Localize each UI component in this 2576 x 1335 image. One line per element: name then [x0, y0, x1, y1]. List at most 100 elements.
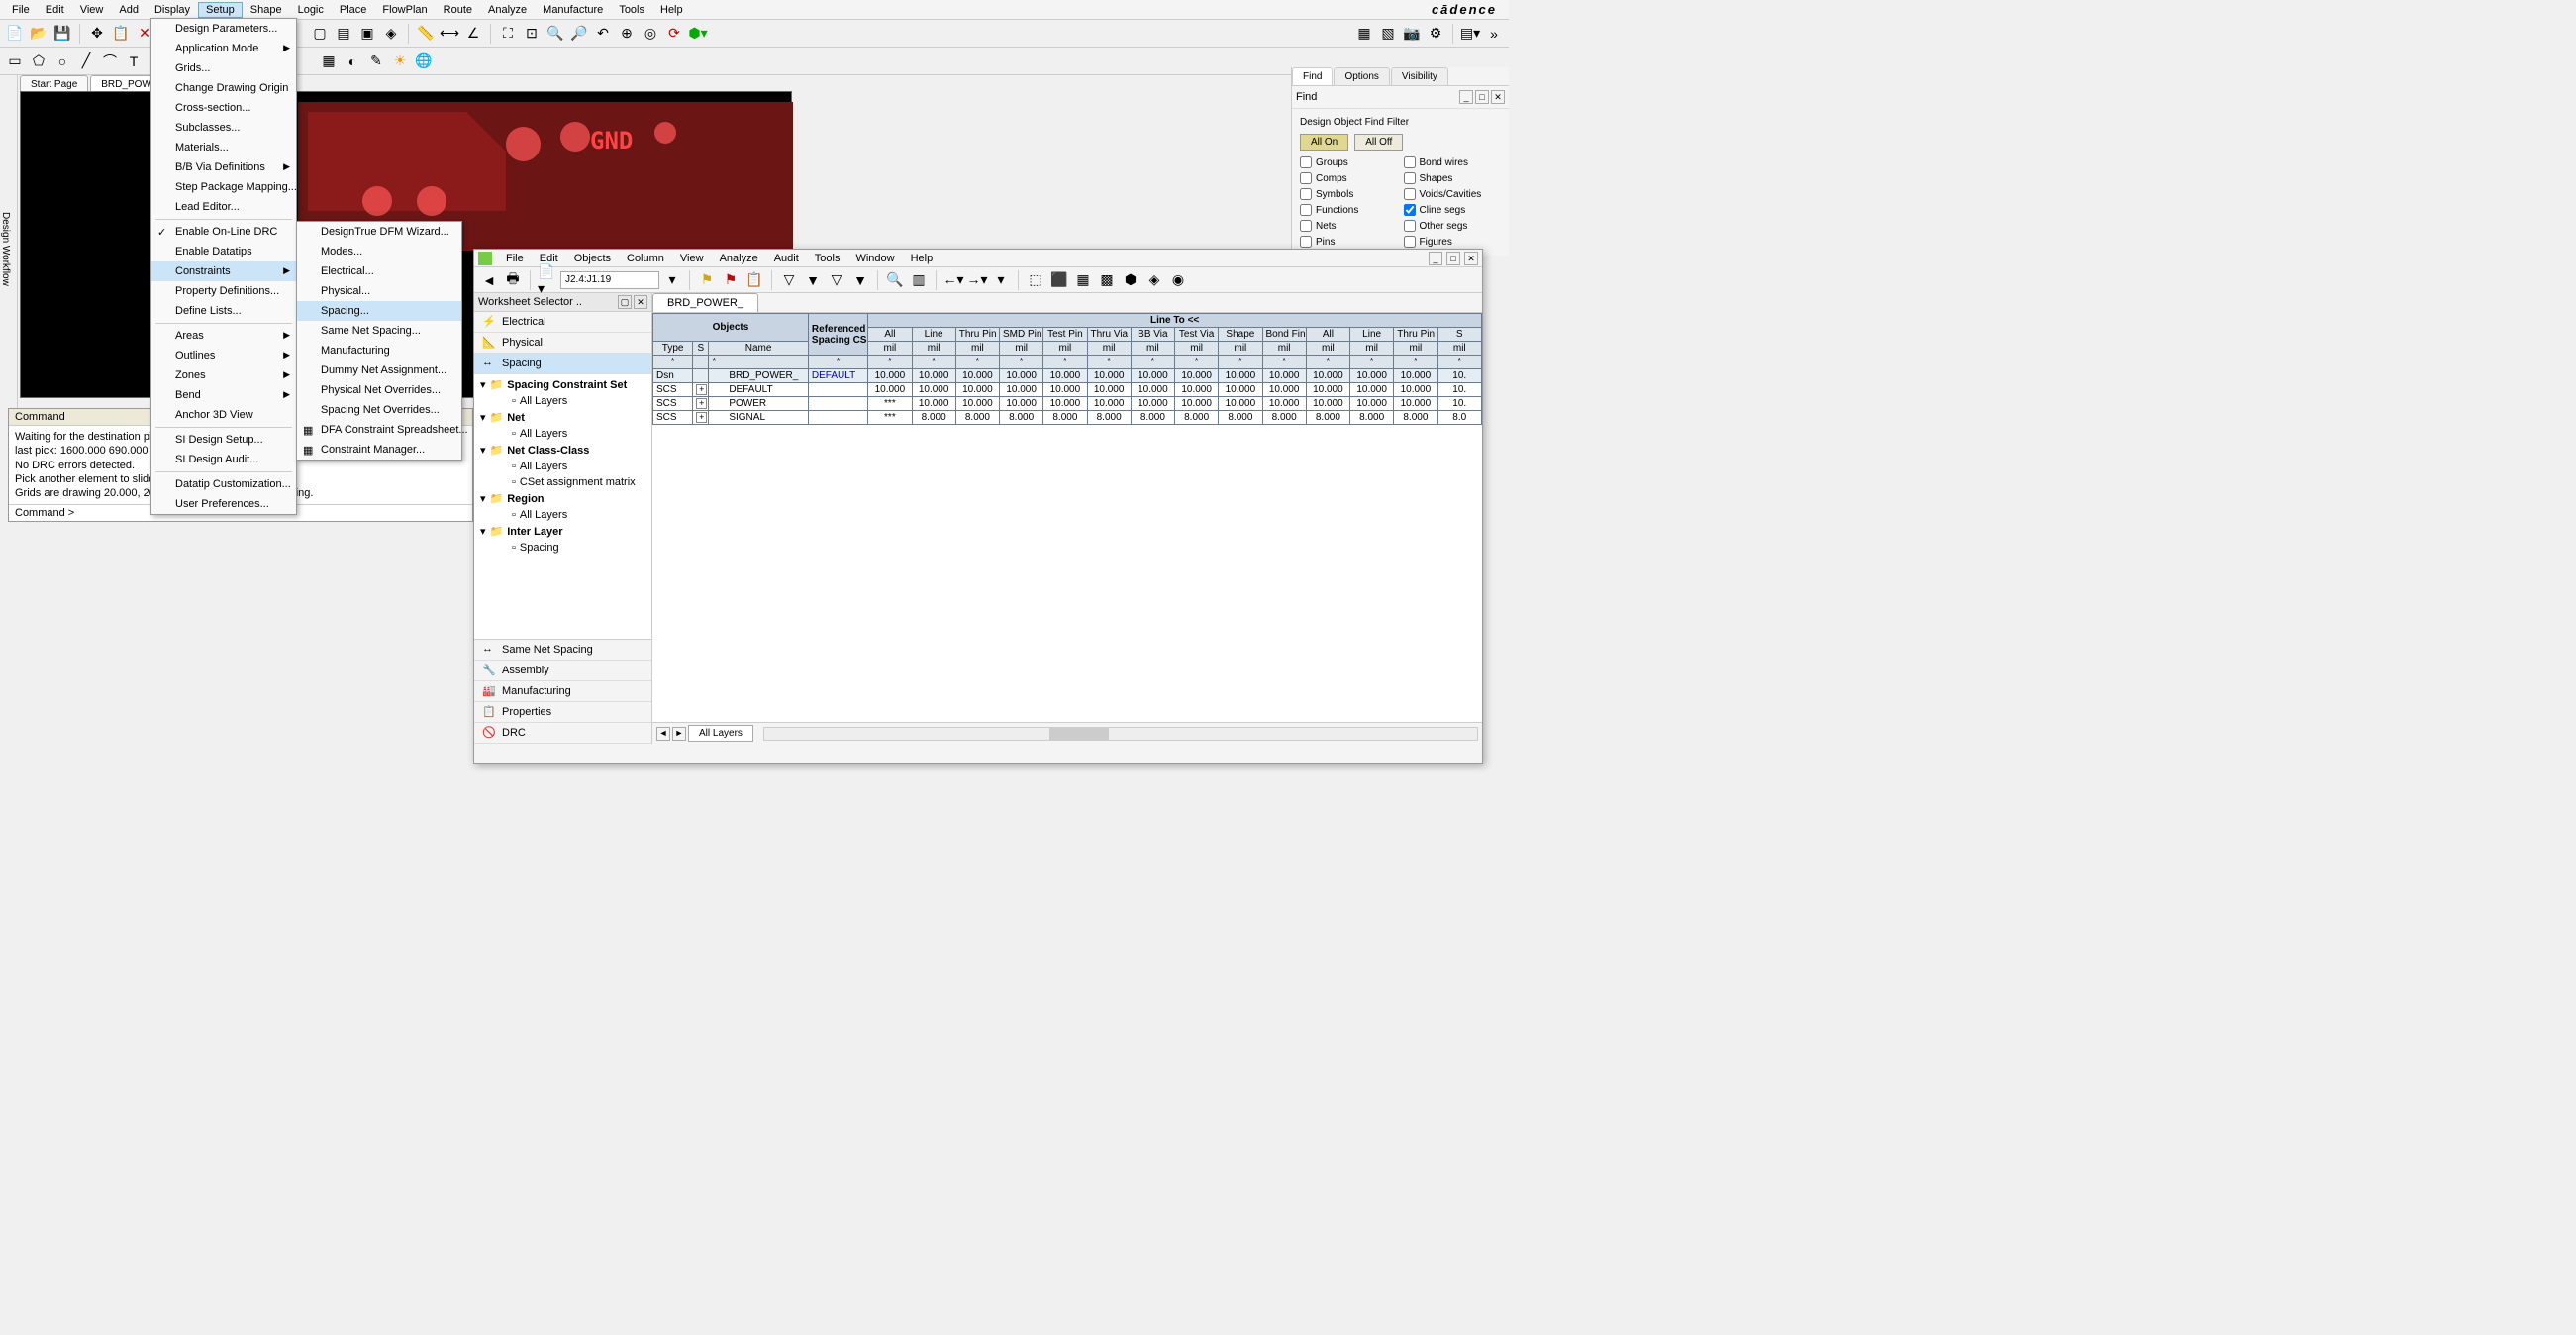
find-checkbox[interactable]: Symbols: [1300, 188, 1398, 200]
setup-item[interactable]: Define Lists...: [151, 301, 296, 321]
ws-bottom-section[interactable]: 🚫DRC: [474, 723, 651, 744]
menu-help[interactable]: Help: [652, 2, 691, 18]
tree-node[interactable]: ▾📁Net Class-Class: [476, 442, 649, 459]
constraints-item[interactable]: Spacing...: [297, 301, 461, 321]
zoom-fit-icon[interactable]: ⛶: [497, 23, 519, 45]
setup-item[interactable]: Outlines▶: [151, 346, 296, 365]
setup-item[interactable]: Step Package Mapping...: [151, 177, 296, 197]
zoom-in-icon[interactable]: 🔍: [545, 23, 566, 45]
cm-doc-icon[interactable]: 📋: [743, 269, 765, 291]
cm-grid[interactable]: ObjectsReferencedSpacing CSetLine To <<A…: [652, 313, 1482, 722]
setup-item[interactable]: Lead Editor...: [151, 197, 296, 217]
cm-close-icon[interactable]: ✕: [1464, 252, 1478, 265]
tool2-icon[interactable]: ▤: [333, 23, 354, 45]
setup-item[interactable]: SI Design Audit...: [151, 450, 296, 469]
tool4-icon[interactable]: ◈: [380, 23, 402, 45]
cm-menu-tools[interactable]: Tools: [807, 251, 848, 266]
setup-item[interactable]: Subclasses...: [151, 118, 296, 138]
setup-item[interactable]: Areas▶: [151, 326, 296, 346]
sheet-first-icon[interactable]: ◄: [656, 727, 670, 741]
cm-menu-audit[interactable]: Audit: [766, 251, 807, 266]
cm-t3-icon[interactable]: ▦: [1072, 269, 1094, 291]
maximize-icon[interactable]: □: [1475, 90, 1489, 104]
expand-icon[interactable]: »: [1483, 23, 1505, 45]
tree-node[interactable]: ▾📁Net: [476, 409, 649, 426]
cm-menu-column[interactable]: Column: [619, 251, 672, 266]
find-checkbox[interactable]: Shapes: [1404, 172, 1502, 184]
constraints-item[interactable]: ▦DFA Constraint Spreadsheet...: [297, 420, 461, 440]
setup-item[interactable]: B/B Via Definitions▶: [151, 157, 296, 177]
cm-next-icon[interactable]: →▾: [966, 269, 988, 291]
setup-item[interactable]: Cross-section...: [151, 98, 296, 118]
menu-shape[interactable]: Shape: [243, 2, 290, 18]
ws-section[interactable]: ⚡Electrical: [474, 312, 651, 333]
find-checkbox[interactable]: Comps: [1300, 172, 1398, 184]
setup-item[interactable]: Application Mode▶: [151, 39, 296, 58]
tree-node[interactable]: ▾📁Inter Layer: [476, 523, 649, 540]
setup-item[interactable]: Bend▶: [151, 385, 296, 405]
cm-filter4-icon[interactable]: ▼: [849, 269, 871, 291]
table-row[interactable]: DsnBRD_POWER_DEFAULT10.00010.00010.00010…: [653, 369, 1482, 383]
setup-item[interactable]: Anchor 3D View: [151, 405, 296, 425]
tree-leaf[interactable]: ▫All Layers: [492, 426, 649, 442]
cm-flag-yellow-icon[interactable]: ⚑: [696, 269, 718, 291]
constraints-item[interactable]: Dummy Net Assignment...: [297, 360, 461, 380]
cm-filter1-icon[interactable]: ▽: [778, 269, 800, 291]
cm-t4-icon[interactable]: ▩: [1096, 269, 1118, 291]
find-checkbox[interactable]: Groups: [1300, 156, 1398, 168]
design-workflow-rail[interactable]: Design Workflow: [0, 75, 18, 412]
right-tool1-icon[interactable]: ▦: [1353, 23, 1375, 45]
setup-item[interactable]: Constraints▶: [151, 261, 296, 281]
cm-menu-help[interactable]: Help: [903, 251, 941, 266]
menu-manufacture[interactable]: Manufacture: [535, 2, 611, 18]
poly-tool-icon[interactable]: ⬠: [28, 51, 50, 72]
table-row[interactable]: SCS+SIGNAL***8.0008.0008.0008.0008.0008.…: [653, 411, 1482, 425]
tool1-icon[interactable]: ▢: [309, 23, 331, 45]
find-checkbox[interactable]: Voids/Cavities: [1404, 188, 1502, 200]
menu-edit[interactable]: Edit: [38, 2, 72, 18]
setup-item[interactable]: Grids...: [151, 58, 296, 78]
setup-item[interactable]: Zones▶: [151, 365, 296, 385]
rect-tool-icon[interactable]: ▭: [4, 51, 26, 72]
arc-tool-icon[interactable]: ⌒: [99, 51, 121, 72]
table-row[interactable]: SCS+POWER***10.00010.00010.00010.00010.0…: [653, 397, 1482, 411]
setup-item[interactable]: SI Design Setup...: [151, 430, 296, 450]
cm-flag-red-icon[interactable]: ⚑: [720, 269, 742, 291]
copy-icon[interactable]: 📋: [110, 23, 132, 45]
cm-menu-objects[interactable]: Objects: [566, 251, 619, 266]
ws-bottom-section[interactable]: 🏭Manufacturing: [474, 681, 651, 702]
setup-item[interactable]: Datatip Customization...: [151, 474, 296, 494]
cm-t1-icon[interactable]: ⬚: [1025, 269, 1046, 291]
menu-analyze[interactable]: Analyze: [480, 2, 535, 18]
setup-item[interactable]: Property Definitions...: [151, 281, 296, 301]
move-icon[interactable]: ✥: [86, 23, 108, 45]
text-tool-icon[interactable]: T: [123, 51, 145, 72]
find-tab-options[interactable]: Options: [1334, 67, 1389, 85]
cm-prev-icon[interactable]: ←▾: [942, 269, 964, 291]
cm-find-icon[interactable]: 🔍: [884, 269, 906, 291]
cm-file-icon[interactable]: 📄▾: [537, 269, 558, 291]
setup-item[interactable]: User Preferences...: [151, 494, 296, 514]
find-tab-find[interactable]: Find: [1292, 67, 1333, 85]
sheet-tab-all-layers[interactable]: All Layers: [688, 725, 753, 742]
new-icon[interactable]: 📄: [4, 23, 26, 45]
zoom-sel-icon[interactable]: ◎: [640, 23, 661, 45]
cm-menu-analyze[interactable]: Analyze: [712, 251, 766, 266]
table-row[interactable]: SCS+DEFAULT10.00010.00010.00010.00010.00…: [653, 383, 1482, 397]
find-checkbox[interactable]: Figures: [1404, 236, 1502, 248]
menu-flowplan[interactable]: FlowPlan: [374, 2, 435, 18]
ws-bottom-section[interactable]: 📋Properties: [474, 702, 651, 723]
sheet-prev-icon[interactable]: ►: [672, 727, 686, 741]
all-off-button[interactable]: All Off: [1354, 134, 1403, 151]
constraints-item[interactable]: ▦Constraint Manager...: [297, 440, 461, 460]
circle-tool-icon[interactable]: ○: [51, 51, 73, 72]
ws-section[interactable]: 📐Physical: [474, 333, 651, 354]
tree-leaf[interactable]: ▫CSet assignment matrix: [492, 474, 649, 490]
cm-menu-file[interactable]: File: [498, 251, 532, 266]
tree-node[interactable]: ▾📁Spacing Constraint Set: [476, 376, 649, 393]
ws-close-icon[interactable]: ✕: [634, 295, 647, 309]
find-checkbox[interactable]: Pins: [1300, 236, 1398, 248]
cm-t7-icon[interactable]: ◉: [1167, 269, 1189, 291]
sun-icon[interactable]: ☀: [389, 51, 411, 72]
find-checkbox[interactable]: Other segs: [1404, 220, 1502, 232]
